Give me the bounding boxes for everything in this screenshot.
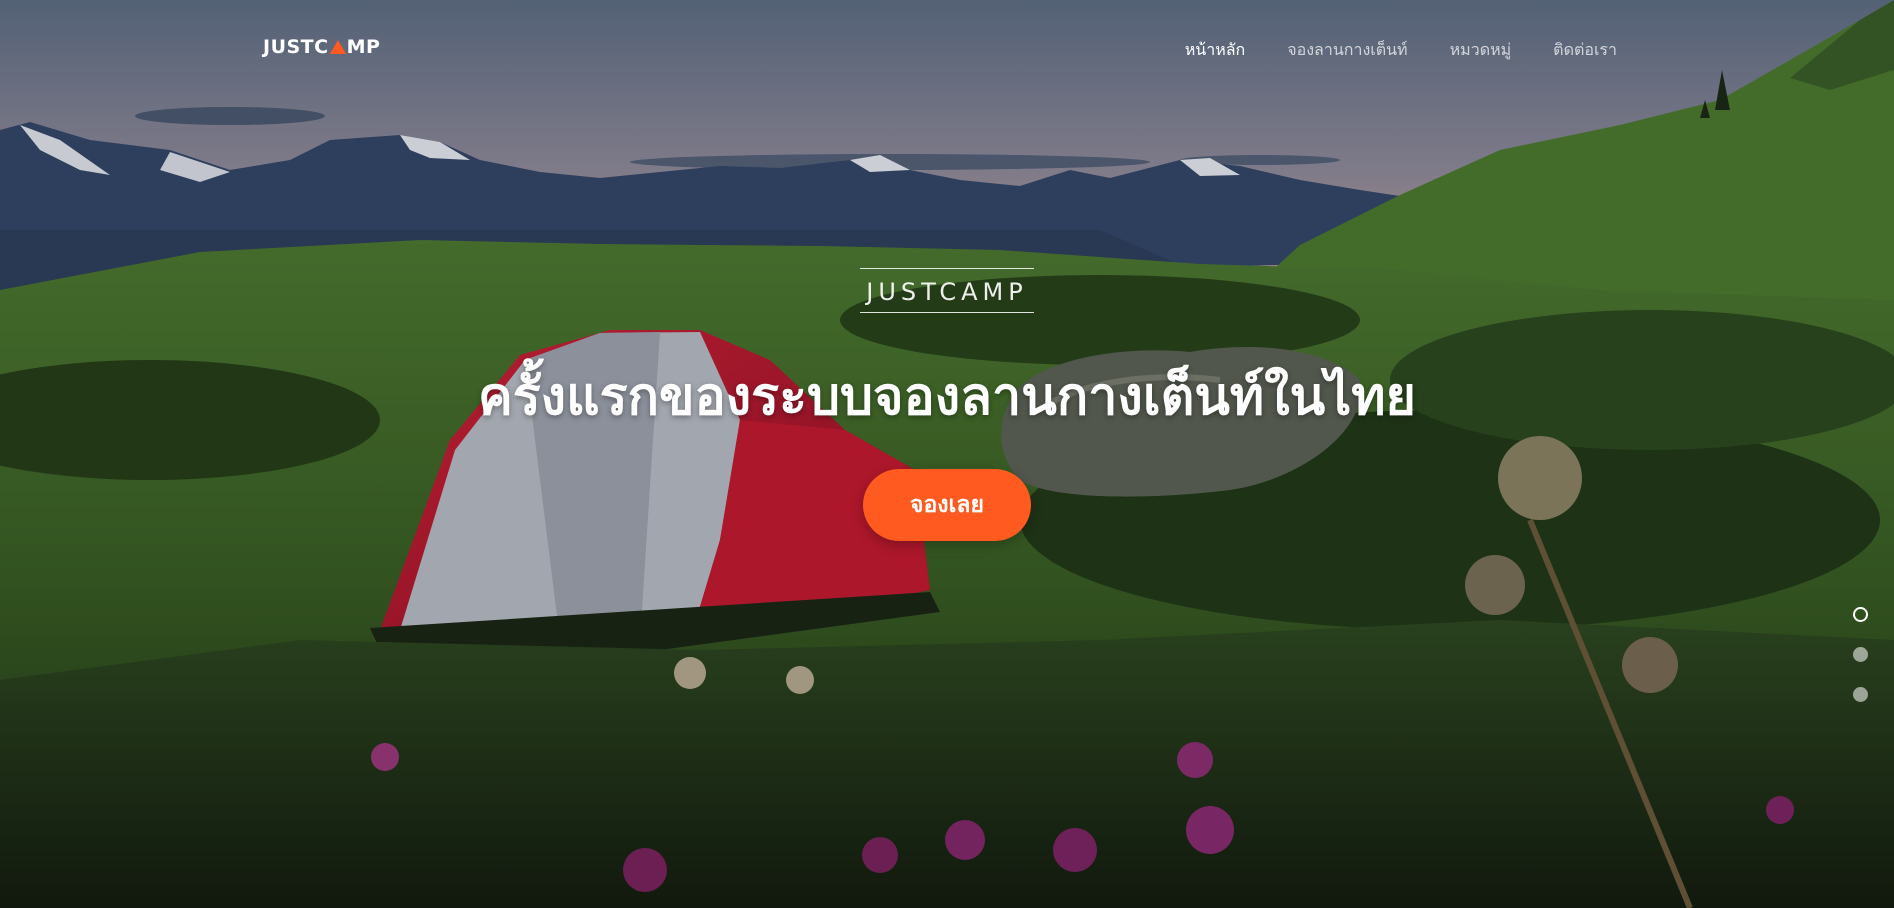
hero-brand: JUSTCAMP [860,268,1034,313]
tent-icon [329,40,346,54]
nav-link-contact[interactable]: ติดต่อเรา [1553,40,1617,59]
logo-text-right: MP [346,36,381,58]
hero-banner: JUSTC MP หน้าหลัก จองลานกางเต็นท์ หมวดหมู… [0,0,1894,908]
hero-content: JUSTCAMP ครั้งแรกของระบบจองลานกางเต็นท์ใ… [0,268,1894,541]
slide-dot-3[interactable] [1853,687,1868,702]
nav-link-book-campsite[interactable]: จองลานกางเต็นท์ [1287,40,1407,59]
navbar: JUSTC MP หน้าหลัก จองลานกางเต็นท์ หมวดหมู… [0,0,1894,100]
book-now-button[interactable]: จองเลย [863,469,1031,541]
nav-link-categories[interactable]: หมวดหมู่ [1450,40,1512,59]
hero-headline: ครั้งแรกของระบบจองลานกางเต็นท์ในไทย [477,367,1417,427]
logo[interactable]: JUSTC MP [263,36,380,58]
nav-menu: หน้าหลัก จองลานกางเต็นท์ หมวดหมู่ ติดต่อ… [1185,38,1617,63]
logo-text-left: JUSTC [263,36,329,58]
slide-dot-2[interactable] [1853,647,1868,662]
slide-dot-1[interactable] [1853,607,1868,622]
nav-link-home[interactable]: หน้าหลัก [1185,40,1246,59]
slider-dots [1853,607,1868,702]
